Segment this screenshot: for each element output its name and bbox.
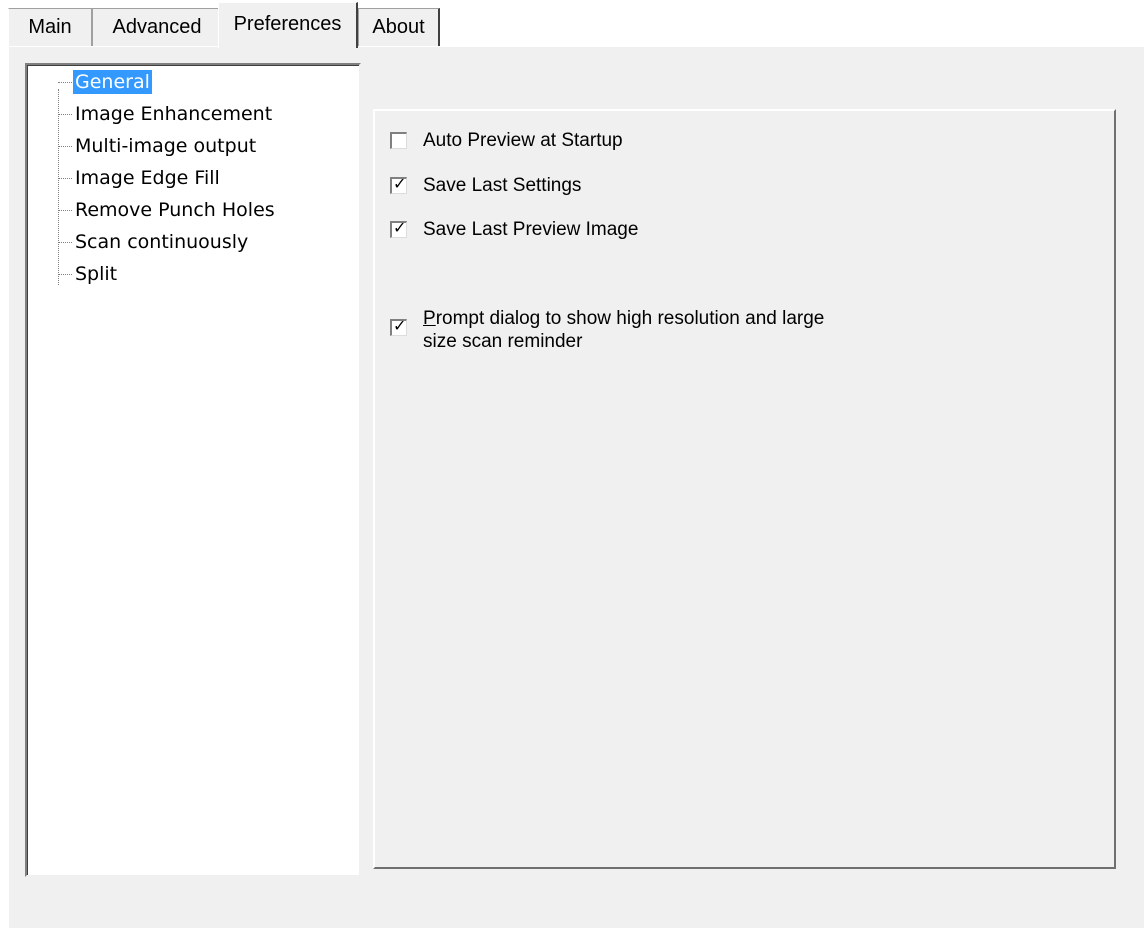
tab-about-label: About bbox=[372, 16, 425, 38]
prompt-dialog-option[interactable]: ✓ Prompt dialog to show high resolution … bbox=[390, 307, 824, 353]
tree-branch bbox=[58, 145, 72, 147]
save-last-settings-label: Save Last Settings bbox=[423, 175, 582, 196]
tree-item-label: Split bbox=[75, 263, 118, 285]
prompt-dialog-accelerator: P bbox=[423, 308, 436, 329]
tree-item-scan-continuously[interactable]: Scan continuously bbox=[58, 229, 250, 255]
tab-advanced-label: Advanced bbox=[112, 16, 202, 38]
checkmark-icon: ✓ bbox=[393, 176, 407, 193]
tree-item-label: Scan continuously bbox=[75, 231, 249, 253]
auto-preview-label: Auto Preview at Startup bbox=[423, 130, 623, 151]
tree-item-image-edge-fill[interactable]: Image Edge Fill bbox=[58, 165, 222, 191]
auto-preview-option[interactable]: Auto Preview at Startup bbox=[390, 129, 623, 152]
checkmark-icon: ✓ bbox=[393, 220, 407, 237]
tree-item-label: Remove Punch Holes bbox=[75, 199, 275, 221]
preferences-tree[interactable]: General Image Enhancement Multi-image ou… bbox=[25, 63, 361, 877]
tab-advanced[interactable]: Advanced bbox=[92, 8, 222, 46]
tab-about[interactable]: About bbox=[358, 8, 440, 46]
tree-branch bbox=[58, 209, 72, 211]
save-last-preview-label: Save Last Preview Image bbox=[423, 219, 639, 240]
prompt-dialog-label-line2: size scan reminder bbox=[423, 331, 583, 352]
prompt-dialog-label-line1: rompt dialog to show high resolution and… bbox=[435, 308, 825, 329]
tree-item-label: Image Enhancement bbox=[75, 103, 273, 125]
tree-item-label: General bbox=[73, 70, 152, 94]
tab-preferences[interactable]: Preferences bbox=[218, 2, 358, 48]
tree-item-split[interactable]: Split bbox=[58, 261, 119, 287]
tab-main[interactable]: Main bbox=[8, 8, 92, 46]
tab-preferences-label: Preferences bbox=[233, 13, 342, 35]
tree-item-label: Multi-image output bbox=[75, 135, 257, 157]
tree-item-general[interactable]: General bbox=[58, 69, 152, 95]
tree-branch bbox=[58, 81, 72, 83]
tree-item-multi-image-output[interactable]: Multi-image output bbox=[58, 133, 258, 159]
tree-item-remove-punch-holes[interactable]: Remove Punch Holes bbox=[58, 197, 277, 223]
tab-main-label: Main bbox=[28, 16, 72, 38]
auto-preview-checkbox[interactable] bbox=[390, 132, 407, 149]
tree-branch bbox=[58, 177, 72, 179]
tree-item-label: Image Edge Fill bbox=[75, 167, 220, 189]
save-last-settings-checkbox[interactable]: ✓ bbox=[390, 176, 407, 194]
tab-strip: Main Advanced About Preferences bbox=[0, 0, 1144, 48]
save-last-preview-option[interactable]: ✓ Save Last Preview Image bbox=[390, 218, 638, 241]
tree-item-image-enhancement[interactable]: Image Enhancement bbox=[58, 101, 274, 127]
prompt-dialog-label: Prompt dialog to show high resolution an… bbox=[423, 307, 824, 353]
save-last-settings-option[interactable]: ✓ Save Last Settings bbox=[390, 174, 581, 197]
save-last-preview-checkbox[interactable]: ✓ bbox=[390, 220, 407, 238]
scanner-properties-dialog: Main Advanced About Preferences General … bbox=[0, 0, 1144, 928]
tree-branch bbox=[58, 113, 72, 115]
prompt-dialog-checkbox[interactable]: ✓ bbox=[390, 318, 407, 336]
general-settings-panel: Auto Preview at Startup ✓ Save Last Sett… bbox=[373, 109, 1116, 869]
tree-branch bbox=[58, 273, 72, 275]
tree-branch bbox=[58, 241, 72, 243]
checkmark-icon: ✓ bbox=[393, 318, 407, 335]
